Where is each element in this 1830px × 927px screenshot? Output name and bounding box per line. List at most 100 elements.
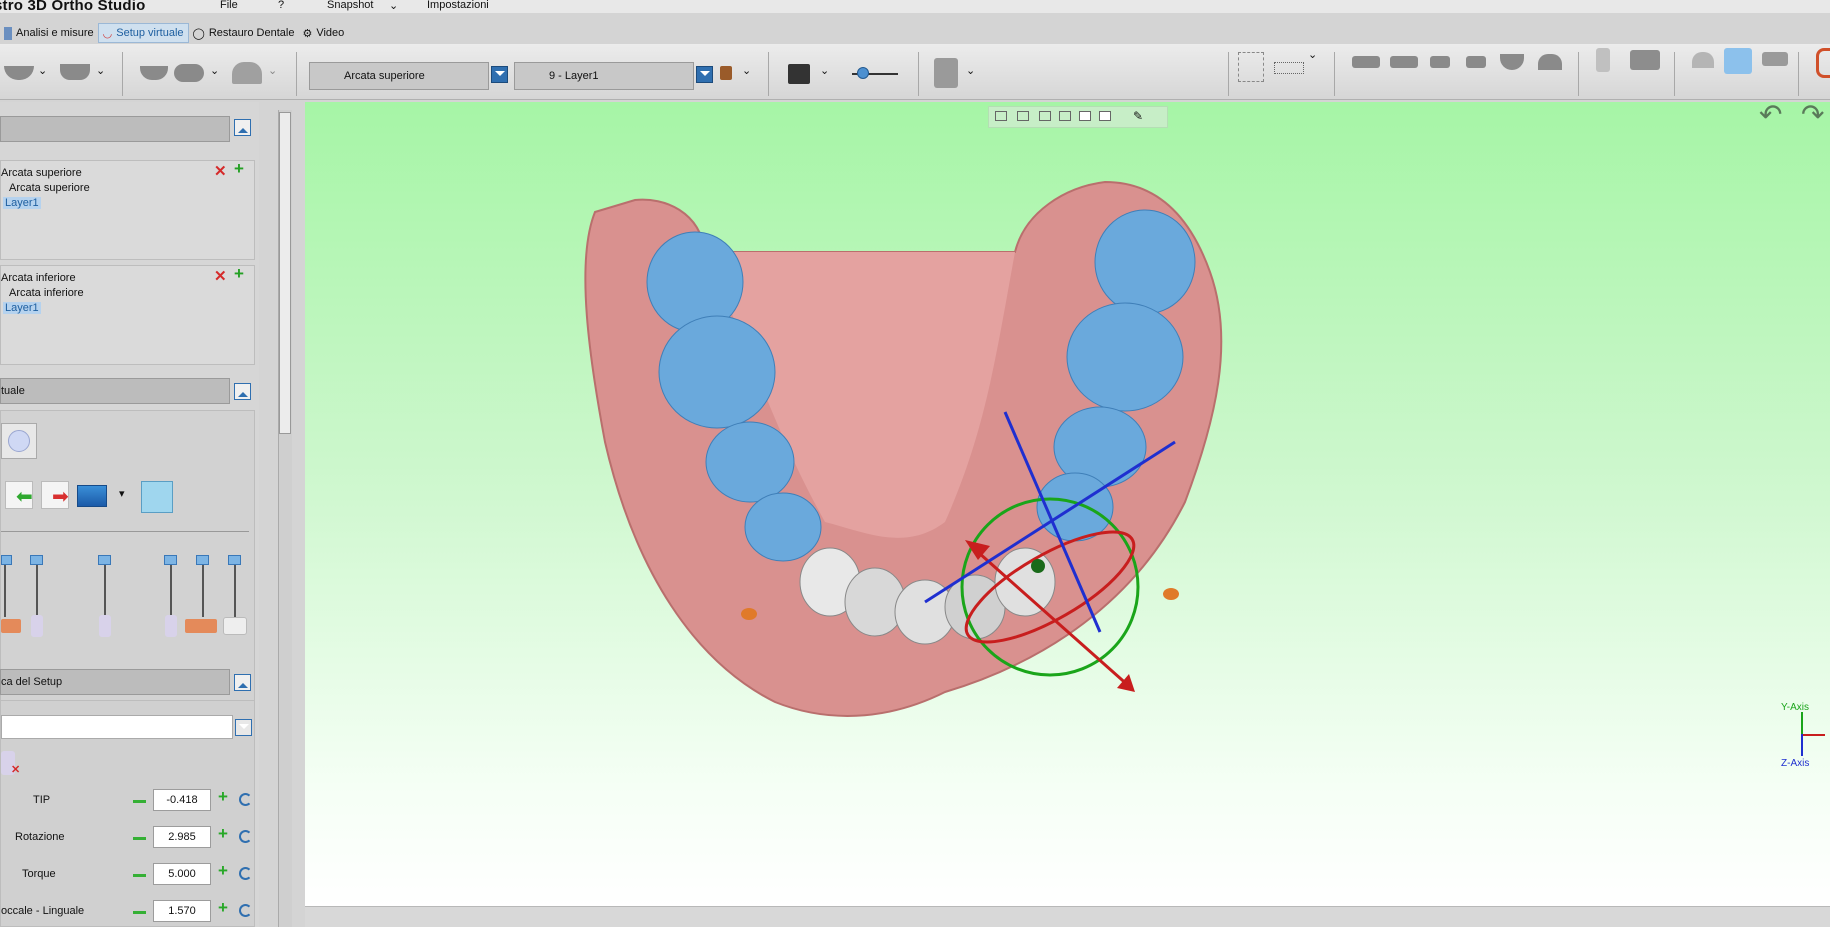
- slider-1-track[interactable]: [4, 561, 6, 617]
- add-icon[interactable]: +: [234, 264, 244, 284]
- lower-arch-name[interactable]: Arcata inferiore: [1, 272, 76, 284]
- tip-field[interactable]: -0.418: [153, 789, 211, 811]
- collapse-models-button[interactable]: [234, 119, 251, 136]
- slider-5-knob[interactable]: [196, 555, 209, 565]
- view-top-icon[interactable]: [1500, 54, 1524, 70]
- slider-4-knob[interactable]: [164, 555, 177, 565]
- chevron-down-icon[interactable]: ⌄: [268, 64, 277, 77]
- chevron-down-icon[interactable]: ▾: [119, 487, 125, 500]
- buccal-reset-icon[interactable]: [239, 904, 252, 917]
- both-view-icon[interactable]: [1762, 52, 1788, 66]
- torque-increase-button[interactable]: +: [218, 861, 228, 881]
- view-mode-icon[interactable]: [1099, 111, 1111, 121]
- slider-6-track[interactable]: [234, 561, 236, 617]
- redo-icon[interactable]: ↷: [1801, 98, 1824, 131]
- slider-2-track[interactable]: [36, 561, 38, 617]
- dental-model[interactable]: [305, 102, 1830, 907]
- torque-decrease-button[interactable]: [133, 874, 146, 877]
- arch-select-dropdown[interactable]: [491, 66, 508, 83]
- tab-restauro[interactable]: ◯ Restauro Dentale: [189, 23, 299, 43]
- view-mode-icon[interactable]: [995, 111, 1007, 121]
- view-mode-icon[interactable]: [1017, 111, 1029, 121]
- chevron-down-icon[interactable]: ⌄: [1308, 48, 1317, 61]
- tooth-select-dropdown[interactable]: [235, 719, 252, 736]
- collapse-verify-button[interactable]: [234, 674, 251, 691]
- measure-icon[interactable]: ✎: [1133, 109, 1143, 123]
- slider-4-track[interactable]: [170, 561, 172, 617]
- gizmo-icon[interactable]: [141, 481, 173, 513]
- view-right-icon[interactable]: [1466, 56, 1486, 68]
- tab-setup-virtuale[interactable]: ◡ Setup virtuale: [97, 23, 189, 43]
- chevron-down-icon[interactable]: ⌄: [210, 64, 219, 77]
- upper-arch-name[interactable]: Arcata superiore: [1, 167, 82, 179]
- lower-arch-icon[interactable]: [60, 64, 90, 80]
- tip-increase-button[interactable]: +: [218, 787, 228, 807]
- menu-file[interactable]: File: [220, 0, 238, 11]
- chevron-down-icon[interactable]: ⌄: [742, 64, 751, 77]
- tooth-select[interactable]: [1, 715, 233, 739]
- layer-select[interactable]: 9 - Layer1: [514, 62, 694, 90]
- slider-3-track[interactable]: [104, 561, 106, 617]
- chevron-down-icon[interactable]: ⌄: [389, 0, 398, 12]
- upper-arch-child[interactable]: Arcata superiore: [9, 182, 90, 194]
- torque-reset-icon[interactable]: [239, 867, 252, 880]
- layer-select-dropdown[interactable]: [696, 66, 713, 83]
- clapper-icon[interactable]: [788, 64, 810, 84]
- add-icon[interactable]: +: [234, 159, 244, 179]
- import-icon[interactable]: ⬅: [5, 481, 33, 509]
- lower-arch-child[interactable]: Arcata inferiore: [9, 287, 84, 299]
- record-icon[interactable]: [1816, 48, 1830, 78]
- upper-arch-icon[interactable]: [4, 66, 34, 80]
- view-mode-icon[interactable]: [1039, 111, 1051, 121]
- left-panel-scroll-thumb[interactable]: [279, 112, 291, 434]
- cap-icon[interactable]: [232, 62, 262, 84]
- tooth-link-icon[interactable]: [174, 64, 204, 82]
- occlusion-icon[interactable]: [1630, 50, 1660, 70]
- color-icon[interactable]: [720, 66, 732, 80]
- background-color-icon[interactable]: [77, 485, 107, 507]
- rotazione-decrease-button[interactable]: [133, 837, 146, 840]
- upper-layer[interactable]: Layer1: [3, 197, 41, 209]
- transparency-slider-knob[interactable]: [857, 67, 869, 79]
- gizmo-center[interactable]: [1031, 559, 1045, 573]
- torque-field[interactable]: 5.000: [153, 863, 211, 885]
- chevron-down-icon[interactable]: ⌄: [96, 64, 105, 77]
- document-icon[interactable]: [934, 58, 958, 88]
- slider-1-knob[interactable]: [1, 555, 12, 565]
- slider-2-knob[interactable]: [30, 555, 43, 565]
- view-mode-icon[interactable]: [1079, 111, 1091, 121]
- remove-tooth-icon[interactable]: ✕: [11, 763, 20, 776]
- tip-decrease-button[interactable]: [133, 800, 146, 803]
- upper-view-icon[interactable]: [1692, 52, 1714, 68]
- chevron-down-icon[interactable]: ⌄: [38, 64, 47, 77]
- view-mode-icon[interactable]: [1059, 111, 1071, 121]
- menu-impostazioni[interactable]: Impostazioni: [427, 0, 489, 11]
- lower-layer[interactable]: Layer1: [3, 302, 41, 314]
- gum-icon[interactable]: [140, 66, 168, 80]
- view-front-icon[interactable]: [1352, 56, 1380, 68]
- rotazione-increase-button[interactable]: +: [218, 824, 228, 844]
- rotazione-reset-icon[interactable]: [239, 830, 252, 843]
- menu-snapshot[interactable]: Snapshot: [327, 0, 373, 11]
- menu-help[interactable]: ?: [278, 0, 284, 11]
- export-icon[interactable]: ➡: [41, 481, 69, 509]
- chevron-down-icon[interactable]: ⌄: [966, 64, 975, 77]
- buccal-increase-button[interactable]: +: [218, 898, 228, 918]
- view-left-icon[interactable]: [1430, 56, 1450, 68]
- slider-5-track[interactable]: [202, 561, 204, 617]
- circle-tool-icon[interactable]: [1, 423, 37, 459]
- tab-analisi[interactable]: Analisi e misure: [0, 23, 98, 43]
- arch-select[interactable]: Arcata superiore: [309, 62, 489, 90]
- slider-3-knob[interactable]: [98, 555, 111, 565]
- close-icon[interactable]: ✕: [214, 162, 227, 180]
- 3d-viewport[interactable]: Y-Axis Z-Axis ↶ ↷: [305, 99, 1830, 907]
- view-bottom-icon[interactable]: [1538, 54, 1562, 70]
- layout-icon[interactable]: [1274, 62, 1304, 74]
- lower-view-icon[interactable]: [1724, 48, 1752, 74]
- chevron-down-icon[interactable]: ⌄: [820, 64, 829, 77]
- tab-video[interactable]: ⚙ Video: [298, 23, 348, 43]
- buccal-field[interactable]: 1.570: [153, 900, 211, 922]
- close-icon[interactable]: ✕: [214, 267, 227, 285]
- buccal-decrease-button[interactable]: [133, 911, 146, 914]
- rotazione-field[interactable]: 2.985: [153, 826, 211, 848]
